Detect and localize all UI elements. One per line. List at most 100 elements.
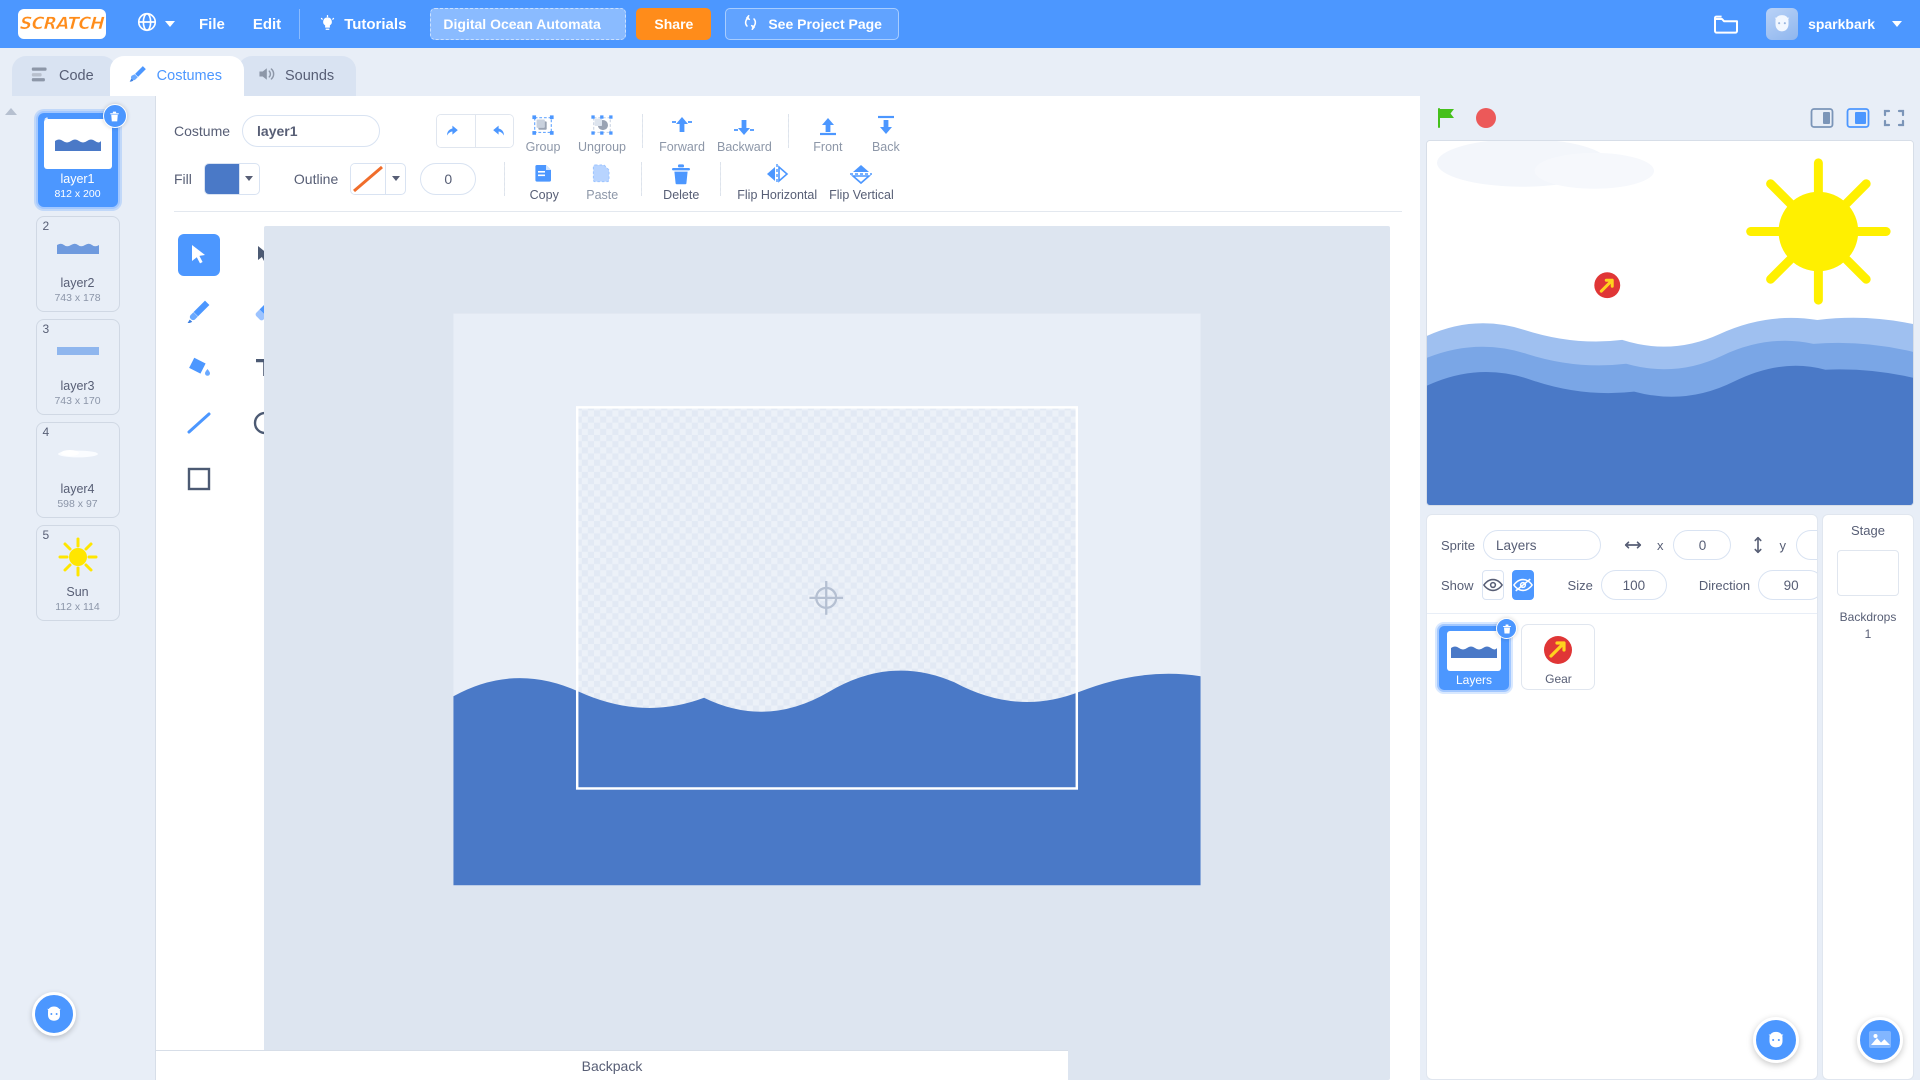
green-flag-button[interactable] bbox=[1434, 105, 1460, 131]
avatar bbox=[1766, 8, 1799, 40]
outline-dropdown-arrow bbox=[385, 163, 405, 194]
stage-backdrop-thumbnail[interactable] bbox=[1837, 550, 1899, 596]
scratch-logo[interactable]: SCRATCH bbox=[18, 9, 106, 39]
sprite-tile-gear[interactable]: Gear bbox=[1521, 624, 1596, 690]
backpack-label: Backpack bbox=[581, 1057, 643, 1074]
front-button[interactable]: Front bbox=[799, 108, 857, 154]
stage-header bbox=[1420, 96, 1920, 140]
large-stage-button[interactable] bbox=[1846, 107, 1870, 129]
toolbar-divider bbox=[720, 161, 722, 196]
costume-thumbnail bbox=[44, 326, 112, 376]
costume-item-1[interactable]: 1 layer1 812 x 200 bbox=[35, 104, 127, 209]
see-project-page-button[interactable]: See Project Page bbox=[725, 8, 899, 40]
sprite-info-row-1: Sprite x bbox=[1441, 525, 1817, 565]
add-costume-button[interactable] bbox=[32, 992, 76, 1036]
language-selector[interactable] bbox=[122, 0, 185, 48]
share-button[interactable]: Share bbox=[636, 8, 712, 40]
tab-code[interactable]: Code bbox=[12, 56, 116, 96]
costume-thumbnail bbox=[44, 532, 112, 582]
undo-button[interactable] bbox=[437, 115, 476, 147]
menu-tutorials[interactable]: Tutorials bbox=[304, 0, 420, 48]
costume-size: 812 x 200 bbox=[54, 188, 101, 200]
backpack-bar[interactable]: Backpack bbox=[156, 1050, 1068, 1080]
paint-editor: Costume layer1 Group Ungroup Forward Bac… bbox=[156, 96, 1420, 1080]
sprite-label: Sprite bbox=[1441, 537, 1475, 553]
redo-button[interactable] bbox=[475, 115, 514, 147]
menu-tutorials-label: Tutorials bbox=[344, 15, 407, 33]
costume-name: layer4 bbox=[60, 482, 95, 496]
direction-input[interactable] bbox=[1758, 570, 1817, 600]
small-stage-button[interactable] bbox=[1810, 107, 1834, 129]
line-tool[interactable] bbox=[178, 402, 220, 444]
chevron-down-icon bbox=[1892, 21, 1902, 27]
forward-button[interactable]: Forward bbox=[653, 108, 711, 154]
canvas-artwork bbox=[453, 313, 1201, 886]
forward-label: Forward bbox=[659, 140, 705, 154]
tab-sounds[interactable]: Sounds bbox=[237, 56, 357, 96]
fill-tool[interactable] bbox=[178, 346, 220, 388]
flip-horizontal-button[interactable]: Flip Horizontal bbox=[731, 156, 823, 202]
ungroup-button[interactable]: Ungroup bbox=[572, 108, 632, 154]
project-title-input[interactable] bbox=[430, 8, 627, 40]
costume-name: layer1 bbox=[60, 172, 95, 186]
costume-size: 743 x 170 bbox=[54, 395, 101, 407]
copy-button[interactable]: Copy bbox=[515, 156, 573, 202]
costume-item-4[interactable]: 4 layer4 598 x 97 bbox=[35, 422, 120, 518]
fill-color-picker[interactable] bbox=[203, 162, 260, 195]
stage-size-controls bbox=[1810, 107, 1906, 129]
costume-item-2[interactable]: 2 layer2 743 x 178 bbox=[35, 216, 120, 312]
code-icon bbox=[30, 65, 50, 87]
menu-edit[interactable]: Edit bbox=[239, 0, 295, 48]
tab-costumes[interactable]: Costumes bbox=[109, 56, 244, 96]
y-input[interactable] bbox=[1795, 530, 1817, 560]
size-input[interactable] bbox=[1600, 570, 1667, 600]
outline-width-input[interactable] bbox=[420, 162, 477, 195]
add-backdrop-button[interactable] bbox=[1857, 1017, 1903, 1063]
delete-sprite-button[interactable] bbox=[1496, 618, 1517, 639]
add-sprite-button[interactable] bbox=[1753, 1017, 1799, 1063]
show-hidden-button[interactable] bbox=[1511, 570, 1534, 600]
show-visible-button[interactable] bbox=[1481, 570, 1504, 600]
delete-button[interactable]: Delete bbox=[652, 156, 710, 202]
stage[interactable] bbox=[1426, 140, 1914, 506]
costume-size: 743 x 178 bbox=[54, 292, 101, 304]
group-button[interactable]: Group bbox=[514, 108, 572, 154]
tab-costumes-label: Costumes bbox=[156, 68, 222, 84]
paint-toolbar-row-1: Costume layer1 Group Ungroup Forward Bac… bbox=[174, 96, 1402, 154]
back-button[interactable]: Back bbox=[857, 108, 915, 154]
x-input[interactable] bbox=[1673, 530, 1732, 560]
paint-toolbar: Costume layer1 Group Ungroup Forward Bac… bbox=[156, 96, 1420, 212]
sprite-name-input[interactable] bbox=[1482, 530, 1601, 560]
sprite-tile-layers[interactable]: Layers bbox=[1437, 618, 1517, 692]
costume-label: Costume bbox=[174, 123, 231, 139]
size-label: Size bbox=[1567, 577, 1593, 593]
costume-thumbnail bbox=[44, 223, 112, 273]
triangle-up-icon bbox=[5, 107, 17, 115]
folder-icon[interactable] bbox=[1712, 12, 1740, 36]
costume-item-3[interactable]: 3 layer3 743 x 170 bbox=[35, 319, 120, 415]
paint-canvas[interactable] bbox=[264, 226, 1390, 1080]
costume-size: 112 x 114 bbox=[55, 601, 100, 613]
gear-sprite bbox=[1594, 272, 1621, 299]
menu-file[interactable]: File bbox=[185, 0, 239, 48]
speaker-icon bbox=[256, 65, 276, 87]
account-menu[interactable]: sparkbark bbox=[1766, 8, 1908, 40]
editor-body: 1 layer1 812 x 200 2 layer2 743 x 178 3 … bbox=[0, 96, 1920, 1080]
rectangle-tool[interactable] bbox=[178, 458, 220, 500]
paste-button[interactable]: Paste bbox=[573, 156, 631, 202]
arrows-vertical-icon bbox=[1751, 535, 1765, 555]
costume-selector: 1 layer1 812 x 200 2 layer2 743 x 178 3 … bbox=[0, 96, 156, 1080]
costume-item-5[interactable]: 5 Sun 112 x 114 bbox=[35, 525, 120, 621]
fullscreen-button[interactable] bbox=[1882, 107, 1906, 129]
brush-tool[interactable] bbox=[178, 290, 220, 332]
scroll-up-arrow[interactable] bbox=[2, 102, 20, 120]
outline-color-picker[interactable] bbox=[350, 162, 407, 195]
delete-costume-button[interactable] bbox=[102, 104, 127, 128]
backward-button[interactable]: Backward bbox=[711, 108, 778, 154]
paintbrush-icon bbox=[128, 64, 148, 88]
costume-name-input[interactable] bbox=[242, 115, 381, 147]
flip-vertical-button[interactable]: Flip Vertical bbox=[823, 156, 900, 202]
costume-name: layer3 bbox=[60, 379, 95, 393]
select-tool[interactable] bbox=[178, 234, 220, 276]
stop-button[interactable] bbox=[1474, 106, 1498, 130]
